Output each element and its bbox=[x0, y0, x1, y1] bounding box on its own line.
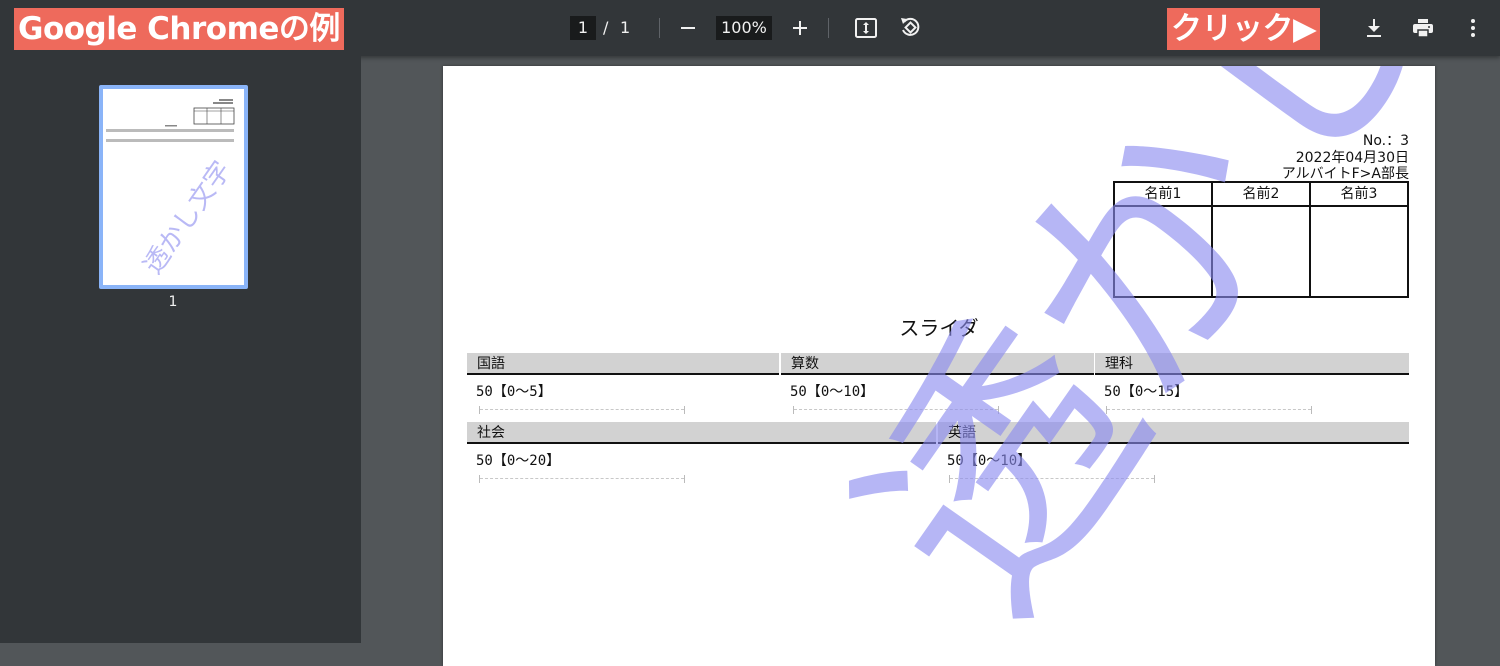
field-header-rika: 理科 bbox=[1095, 353, 1409, 375]
zoom-level-input[interactable]: 100% bbox=[716, 16, 772, 40]
stamp-cell bbox=[1211, 205, 1311, 298]
field-value-shakai: 50【0～20】 bbox=[476, 453, 561, 469]
field-value-kokugo: 50【0～5】 bbox=[476, 384, 552, 400]
stamp-cell bbox=[1309, 205, 1409, 298]
document-title: スライダ bbox=[899, 316, 979, 340]
stamp-header: 名前1 bbox=[1113, 181, 1213, 207]
slider-eigo[interactable] bbox=[949, 475, 1155, 483]
slider-sansu[interactable] bbox=[793, 406, 999, 414]
pdf-page: No.：3 2022年04月30日 アルバイトF>A部長 名前1 名前2 名前3… bbox=[443, 66, 1435, 666]
stamp-header: 名前2 bbox=[1211, 181, 1311, 207]
download-icon[interactable] bbox=[1362, 16, 1386, 40]
page-total: 1 bbox=[620, 18, 631, 37]
rotate-icon[interactable] bbox=[898, 15, 922, 39]
print-icon[interactable] bbox=[1411, 16, 1435, 40]
stamp-cell bbox=[1113, 205, 1213, 298]
field-header-sansu: 算数 bbox=[781, 353, 1094, 375]
field-header-shakai: 社会 bbox=[467, 422, 936, 444]
toolbar-divider bbox=[659, 18, 660, 38]
slider-shakai[interactable] bbox=[479, 475, 685, 483]
pdf-toolbar: Google Chromeの例 1 / 1 100% クリック▶ bbox=[0, 0, 1500, 56]
approval-stamp-table: 名前1 名前2 名前3 bbox=[1113, 181, 1409, 298]
more-vert-icon[interactable] bbox=[1461, 16, 1485, 40]
field-header-eigo: 英語 bbox=[938, 422, 1409, 444]
stamp-header: 名前3 bbox=[1309, 181, 1409, 207]
click-hint-label: クリック▶ bbox=[1167, 8, 1321, 50]
page-thumbnail[interactable]: 透かし文字 bbox=[99, 85, 248, 289]
document-number: No.：3 bbox=[1362, 133, 1409, 149]
page-number-input[interactable]: 1 bbox=[570, 16, 596, 40]
field-value-rika: 50【0～15】 bbox=[1104, 384, 1189, 400]
thumbnail-page-number: 1 bbox=[168, 294, 178, 310]
document-date: 2022年04月30日 bbox=[1295, 150, 1409, 166]
field-value-eigo: 50【0～10】 bbox=[947, 453, 1032, 469]
zoom-in-icon[interactable] bbox=[788, 16, 812, 40]
chrome-example-label: Google Chromeの例 bbox=[14, 8, 344, 50]
slider-kokugo[interactable] bbox=[479, 406, 685, 414]
page-separator: / bbox=[603, 18, 609, 37]
slider-rika[interactable] bbox=[1106, 406, 1312, 414]
toolbar-divider bbox=[828, 18, 829, 38]
thumbnail-preview: 透かし文字 bbox=[103, 89, 244, 285]
field-value-sansu: 50【0～10】 bbox=[790, 384, 875, 400]
fit-page-icon[interactable] bbox=[854, 16, 878, 40]
zoom-out-icon[interactable] bbox=[676, 16, 700, 40]
field-header-kokugo: 国語 bbox=[467, 353, 779, 375]
